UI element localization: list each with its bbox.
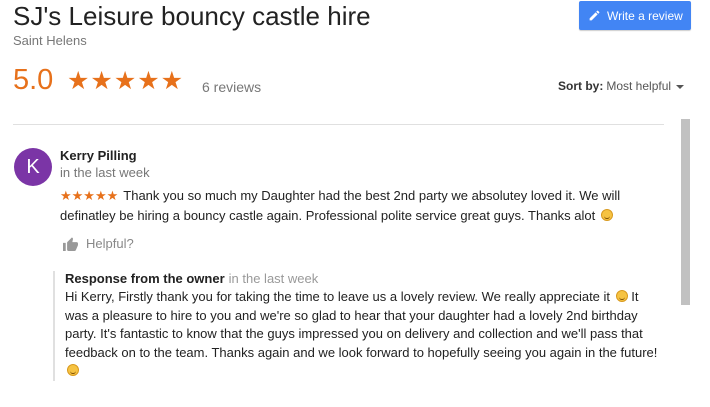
owner-response-header: Response from the owner in the last week (65, 271, 663, 286)
pencil-icon (589, 10, 600, 21)
sort-label: Sort by: (558, 79, 604, 93)
write-review-label: Write a review (607, 8, 683, 23)
review-text: Thank you so much my Daughter had the be… (60, 188, 621, 223)
owner-response-text-part1: Hi Kerry, Firstly thank you for taking t… (65, 289, 611, 304)
review-time: in the last week (60, 165, 150, 180)
business-location: Saint Helens (13, 33, 87, 48)
review-body: ★★★★★ Thank you so much my Daughter had t… (60, 186, 650, 225)
divider (13, 124, 664, 125)
rating-score: 5.0 (13, 64, 54, 96)
thumbs-up-icon (63, 237, 78, 251)
business-title: SJ's Leisure bouncy castle hire (13, 1, 371, 31)
sort-value: Most helpful (606, 79, 672, 93)
avatar[interactable]: K (14, 148, 52, 186)
owner-response-time: in the last week (228, 271, 319, 286)
helpful-button[interactable]: Helpful? (62, 236, 134, 251)
sort-dropdown[interactable]: Sort by: Most helpful (558, 79, 685, 93)
chevron-down-icon (676, 84, 685, 89)
review-stars: ★★★★★ (60, 188, 119, 203)
grinning-emoji-icon (600, 208, 613, 221)
owner-response-text: Hi Kerry, Firstly thank you for taking t… (65, 288, 663, 381)
owner-response-heading: Response from the owner (65, 271, 225, 286)
smiling-emoji-icon (67, 364, 79, 376)
smiling-emoji-icon (615, 290, 628, 302)
helpful-label: Helpful? (86, 236, 134, 251)
write-review-button[interactable]: Write a review (579, 1, 691, 30)
review-count[interactable]: 6 reviews (202, 79, 261, 95)
owner-response: Response from the owner in the last week … (53, 271, 663, 381)
scrollbar-thumb[interactable] (681, 119, 690, 305)
review-author[interactable]: Kerry Pilling (60, 148, 137, 163)
rating-stars: ★★★★★ (67, 67, 185, 95)
